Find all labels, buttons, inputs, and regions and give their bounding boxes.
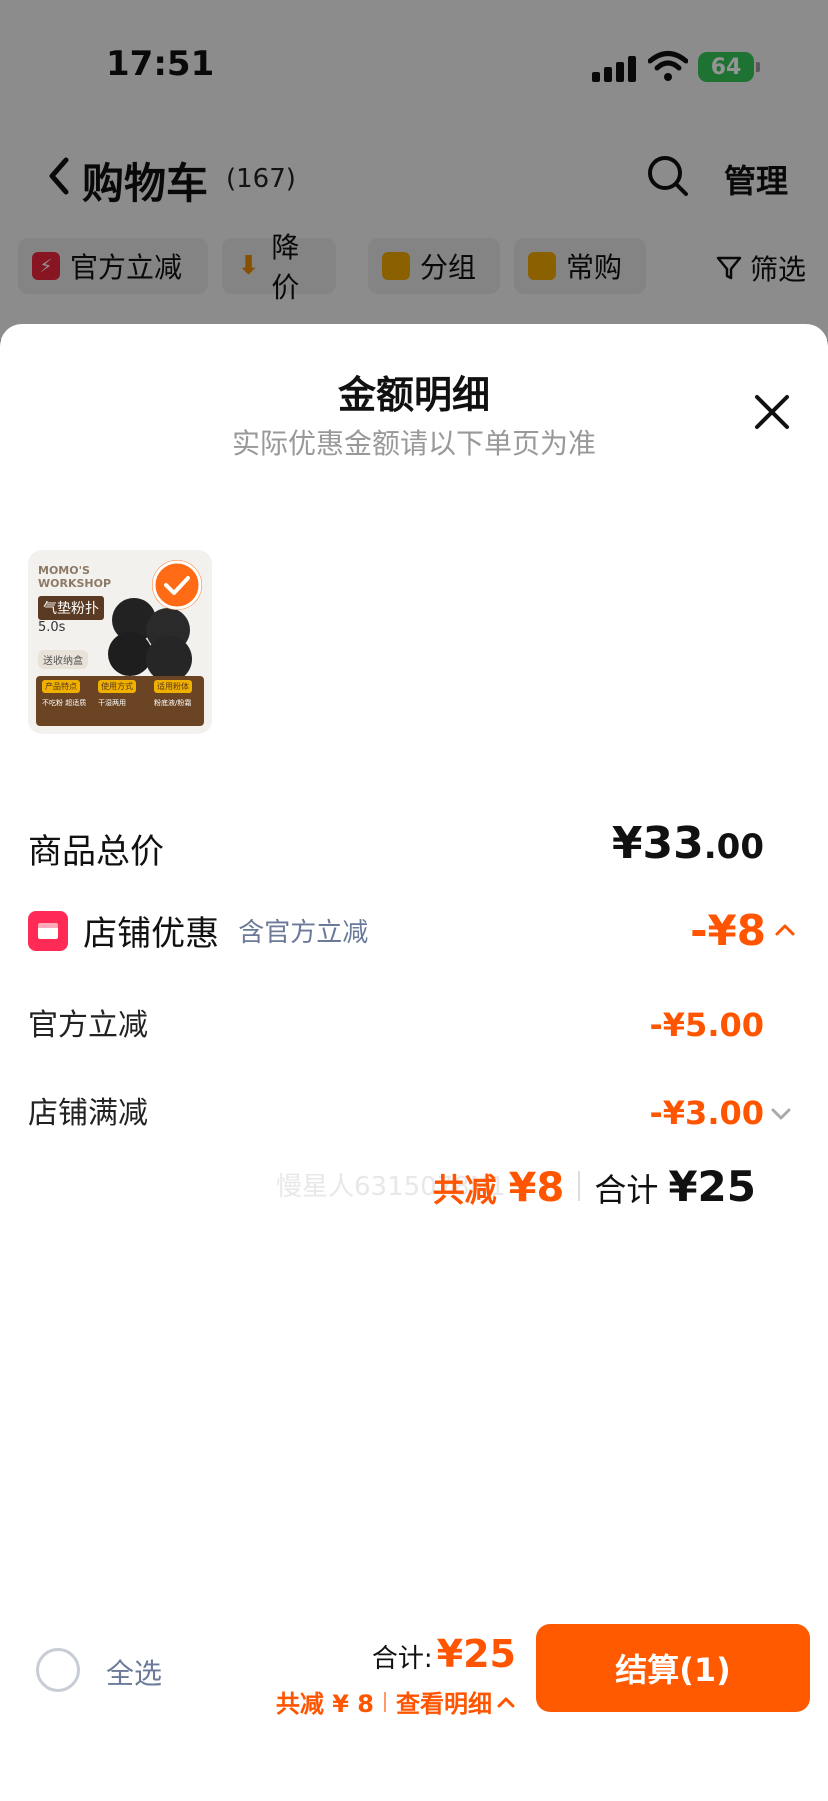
bottom-sum-amount: ¥25	[436, 1632, 516, 1676]
view-detail-line[interactable]: 共减 ¥ 8 查看明细	[276, 1684, 516, 1719]
store-discount-note: 含官方立减	[238, 918, 369, 948]
store-discount-amount: -¥8	[690, 906, 766, 955]
close-icon[interactable]	[752, 392, 792, 432]
store-icon	[28, 910, 68, 951]
full-reduction-label: 店铺满减	[28, 1096, 148, 1131]
feature-tag: 产品特点	[42, 680, 80, 693]
sheet-total-line: 共减 ¥8 合计 ¥25	[433, 1162, 756, 1211]
feature-detail: 干湿两用	[98, 699, 126, 707]
bottom-sum-label: 合计:	[371, 1644, 433, 1674]
divider	[384, 1691, 386, 1712]
product-brand: MOMO'S WORKSHOP	[38, 564, 112, 590]
bottom-saved: 共减 ¥ 8	[275, 1690, 374, 1718]
total-price-value: ¥33.00	[612, 818, 764, 869]
cart-bottom-bar: 全选 合计: ¥25 共减 ¥ 8 查看明细 结算(1)	[0, 1610, 828, 1730]
feature-tag: 适用粉体	[154, 680, 192, 693]
select-all-radio[interactable]	[36, 1648, 80, 1692]
currency-symbol: ¥	[611, 818, 643, 869]
sheet-title: 金额明细	[337, 373, 490, 417]
sheet-subtitle: 实际优惠金额请以下单页为准	[231, 427, 596, 460]
total-price-row: 商品总价 ¥33.00	[28, 818, 800, 878]
total-price-label: 商品总价	[28, 832, 164, 872]
price-integer: 33	[642, 818, 704, 869]
product-feature-panel: 产品特点 使用方式 适用粉体 不吃粉 超适质 干湿两用 粉底液/粉霜	[36, 676, 204, 726]
chevron-up-icon[interactable]	[774, 922, 796, 938]
official-discount-amount: -¥5.00	[649, 1006, 765, 1044]
saved-label: 共减	[432, 1171, 497, 1209]
amount-detail-sheet: 金额明细 实际优惠金额请以下单页为准 MOMO'S WORKSHOP 气垫粉扑 …	[0, 324, 828, 1801]
bottom-sum: 合计: ¥25	[372, 1632, 516, 1676]
product-name: 气垫粉扑	[38, 596, 104, 620]
checkout-button[interactable]: 结算(1)	[536, 1624, 810, 1712]
saved-amount: ¥8	[508, 1165, 565, 1211]
feature-detail: 不吃粉 超适质	[42, 699, 87, 707]
chevron-up-icon[interactable]	[496, 1695, 516, 1709]
official-discount-label: 官方立减	[28, 1008, 148, 1043]
chevron-down-icon[interactable]	[770, 1106, 792, 1122]
sum-amount: ¥25	[668, 1162, 756, 1211]
official-discount-row: 官方立减 -¥5.00	[28, 1000, 800, 1050]
store-discount-label: 店铺优惠	[83, 914, 220, 954]
full-reduction-row[interactable]: 店铺满减 -¥3.00	[28, 1088, 800, 1138]
feature-detail: 粉底液/粉霜	[154, 699, 192, 707]
selected-check-icon[interactable]	[152, 560, 202, 610]
select-all-label[interactable]: 全选	[106, 1652, 162, 1692]
full-reduction-amount: -¥3.00	[649, 1094, 765, 1132]
product-size: 5.0s	[38, 620, 66, 635]
feature-tag: 使用方式	[98, 680, 136, 693]
sum-label: 合计	[594, 1171, 659, 1209]
price-decimal: .00	[703, 827, 764, 867]
view-detail-link[interactable]: 查看明细	[396, 1684, 492, 1719]
divider	[578, 1171, 581, 1201]
store-discount-row[interactable]: 店铺优惠 含官方立减 -¥8	[28, 906, 800, 962]
product-tag: 送收纳盒	[38, 650, 88, 669]
